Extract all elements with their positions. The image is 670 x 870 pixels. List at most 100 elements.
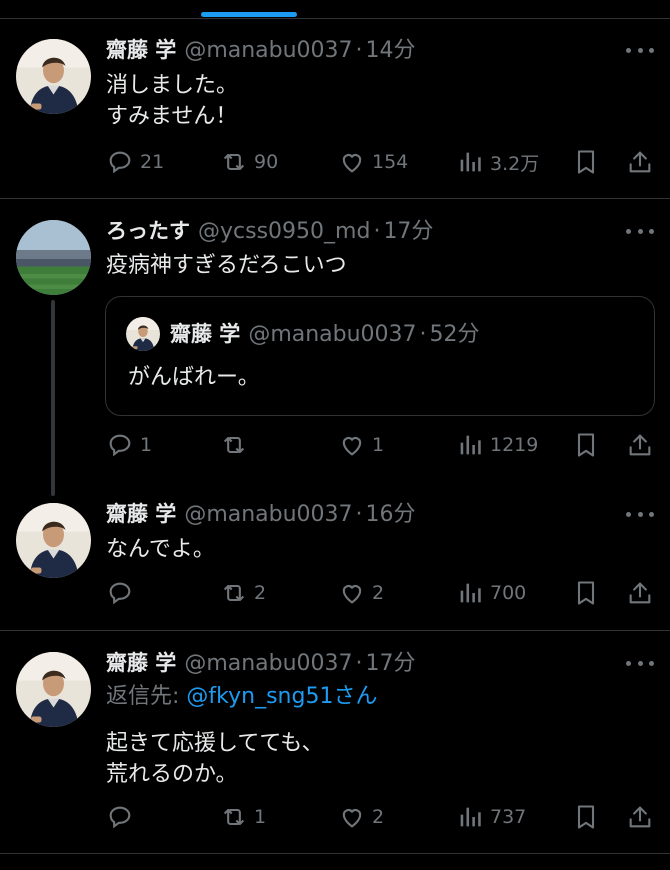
views-count: 737 xyxy=(490,806,527,828)
avatar[interactable] xyxy=(16,220,91,295)
views-count: 1219 xyxy=(490,434,539,456)
separator-dot: · xyxy=(355,651,363,676)
share-button[interactable] xyxy=(626,429,654,461)
avatar[interactable] xyxy=(16,652,91,727)
like-count: 2 xyxy=(372,582,385,604)
quote-author-handle: @manabu0037 xyxy=(248,322,417,347)
separator-dot: · xyxy=(419,322,427,347)
share-button[interactable] xyxy=(626,146,654,178)
views-button[interactable]: 737 xyxy=(456,801,526,833)
like-button[interactable]: 1 xyxy=(338,429,384,461)
post-header: 齋藤 学 @manabu0037 · 16分 xyxy=(106,499,416,529)
separator-dot: · xyxy=(355,502,363,527)
quote-author-name: 齋藤 学 xyxy=(170,322,241,346)
reply-button[interactable]: 1 xyxy=(106,429,152,461)
share-icon xyxy=(629,582,651,604)
action-bar: 1 2 737 xyxy=(106,801,656,833)
reply-button[interactable] xyxy=(106,577,140,609)
author-handle[interactable]: @manabu0037 xyxy=(184,500,352,530)
reply-count: 21 xyxy=(140,151,165,173)
bookmark-button[interactable] xyxy=(572,146,600,178)
repost-icon xyxy=(223,153,245,171)
avatar[interactable] xyxy=(16,503,91,578)
repost-icon xyxy=(223,584,245,602)
views-button[interactable]: 700 xyxy=(456,577,526,609)
repost-button[interactable]: 90 xyxy=(220,146,278,178)
repost-count: 2 xyxy=(254,582,267,604)
reply-to-mention[interactable]: @fkyn_sng51 xyxy=(186,684,333,709)
like-button[interactable]: 2 xyxy=(338,801,384,833)
share-icon xyxy=(629,434,651,456)
repost-count: 1 xyxy=(254,806,267,828)
views-count: 3.2万 xyxy=(490,152,540,175)
author-name[interactable]: ろったす xyxy=(106,216,190,246)
post-header: 齋藤 学 @manabu0037 · 17分 xyxy=(106,648,416,678)
repost-count: 90 xyxy=(254,151,279,173)
post-text: 起きて応援してても、 荒れるのか。 xyxy=(106,731,324,787)
reply-button[interactable] xyxy=(106,801,140,833)
reply-icon xyxy=(109,806,131,829)
top-divider xyxy=(0,18,670,19)
like-icon xyxy=(342,437,362,456)
bookmark-button[interactable] xyxy=(572,577,600,609)
more-icon[interactable] xyxy=(626,226,654,236)
views-button[interactable]: 3.2万 xyxy=(456,146,539,178)
timestamp[interactable]: 17分 xyxy=(383,217,433,247)
more-icon[interactable] xyxy=(626,45,654,55)
share-button[interactable] xyxy=(626,801,654,833)
post-divider xyxy=(0,630,670,631)
quote-text: がんばれー。 xyxy=(128,365,260,390)
author-name[interactable]: 齋藤 学 xyxy=(106,648,176,678)
share-icon xyxy=(629,151,651,173)
repost-button[interactable]: 1 xyxy=(220,801,266,833)
active-tab-indicator xyxy=(201,12,297,17)
timestamp[interactable]: 16分 xyxy=(366,500,416,530)
author-name[interactable]: 齋藤 学 xyxy=(106,35,176,65)
timestamp[interactable]: 14分 xyxy=(366,36,416,66)
repost-icon xyxy=(223,808,245,826)
repost-button[interactable] xyxy=(220,429,254,461)
author-handle[interactable]: @ycss0950_md xyxy=(198,217,370,247)
reply-to-label: 返信先: xyxy=(106,684,187,709)
separator-dot: · xyxy=(373,219,381,244)
reply-button[interactable]: 21 xyxy=(106,146,164,178)
views-icon xyxy=(460,152,481,172)
post-text: 消しました。 すみません！ xyxy=(106,73,239,129)
like-count: 2 xyxy=(372,806,385,828)
action-bar: 2 2 700 xyxy=(106,577,656,609)
reply-icon xyxy=(109,582,131,605)
author-name[interactable]: 齋藤 学 xyxy=(106,499,176,529)
bookmark-icon xyxy=(577,433,595,457)
post-divider xyxy=(0,853,670,854)
post-header: ろったす @ycss0950_md · 17分 xyxy=(106,216,433,246)
views-button[interactable]: 1219 xyxy=(456,429,538,461)
more-icon[interactable] xyxy=(626,658,654,668)
quote-header: 齋藤 学 @manabu0037 · 52分 xyxy=(170,319,480,350)
reply-icon xyxy=(109,434,131,457)
author-handle[interactable]: @manabu0037 xyxy=(184,36,352,66)
timestamp[interactable]: 17分 xyxy=(366,649,416,679)
quoted-post[interactable]: 齋藤 学 @manabu0037 · 52分 がんばれー。 xyxy=(105,296,655,416)
share-button[interactable] xyxy=(626,577,654,609)
author-handle[interactable]: @manabu0037 xyxy=(184,649,352,679)
bookmark-icon xyxy=(577,581,595,605)
views-icon xyxy=(460,435,481,455)
like-button[interactable]: 2 xyxy=(338,577,384,609)
repost-button[interactable]: 2 xyxy=(220,577,266,609)
like-button[interactable]: 154 xyxy=(338,146,408,178)
reply-context: 返信先: @fkyn_sng51さん xyxy=(106,682,377,712)
bookmark-button[interactable] xyxy=(572,429,600,461)
more-icon[interactable] xyxy=(626,509,654,519)
post-header: 齋藤 学 @manabu0037 · 14分 xyxy=(106,35,416,65)
share-icon xyxy=(629,806,651,828)
quote-timestamp: 52分 xyxy=(429,322,480,347)
quote-avatar xyxy=(126,317,160,351)
avatar[interactable] xyxy=(16,39,91,114)
separator-dot: · xyxy=(355,38,363,63)
bookmark-button[interactable] xyxy=(572,801,600,833)
like-icon xyxy=(342,154,362,173)
thread-line xyxy=(51,300,55,496)
like-count: 1 xyxy=(372,434,385,456)
reply-count: 1 xyxy=(140,434,153,456)
post-text: 疫病神すぎるだろこいつ xyxy=(106,253,347,278)
